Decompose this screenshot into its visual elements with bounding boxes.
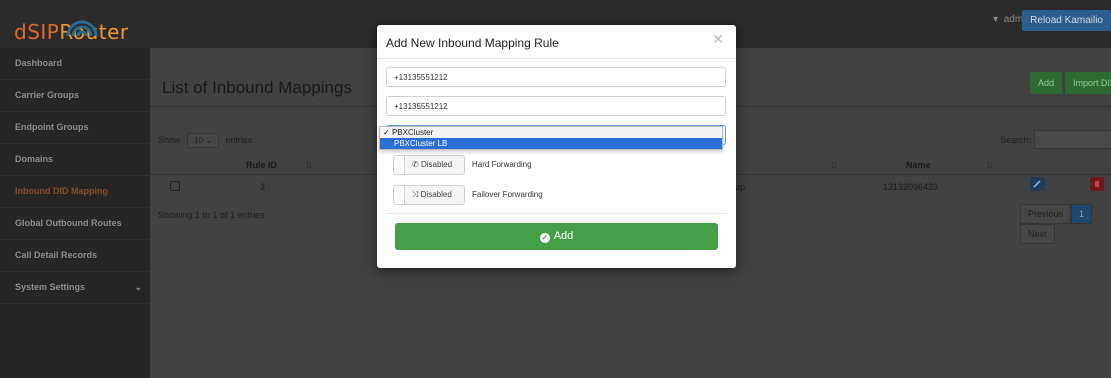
column-header-name[interactable]: Name	[906, 160, 931, 170]
add-inbound-mapping-modal: Add New Inbound Mapping Rule ✕ +13135551…	[377, 25, 736, 268]
toggle-knob	[394, 156, 405, 174]
logo-signal-icon	[66, 20, 98, 37]
trash-icon	[1095, 181, 1099, 187]
pencil-icon	[1033, 180, 1041, 188]
did-field-secondary[interactable]: +13135551212	[386, 96, 726, 116]
toggle-knob	[394, 186, 405, 204]
entries-length-control: Show 10 ⌄ entries	[158, 133, 252, 148]
phone-icon: ✆	[412, 160, 419, 169]
chevron-down-icon: ⌄	[134, 282, 142, 292]
checkmark-icon: ✓	[383, 128, 392, 137]
shuffle-icon: ⤨	[412, 190, 419, 199]
column-header-rule-id[interactable]: Rule ID	[246, 160, 277, 170]
dropdown-option[interactable]: ✓ PBXCluster	[380, 127, 722, 138]
add-mapping-button[interactable]: Add	[1030, 72, 1063, 94]
pagination-next[interactable]: Next	[1020, 224, 1055, 244]
did-field[interactable]: +13135551212	[386, 67, 726, 87]
search-label: Search:	[1000, 135, 1032, 145]
search-input[interactable]	[1034, 130, 1111, 149]
dropdown-option-highlighted[interactable]: PBXCluster LB	[380, 138, 722, 149]
row-checkbox[interactable]	[170, 181, 180, 191]
sort-icon[interactable]: ⇅	[986, 160, 994, 171]
sidebar-item-dashboard[interactable]: Dashboard	[0, 48, 150, 80]
sidebar-item-domains[interactable]: Domains	[0, 144, 150, 176]
failover-forwarding-toggle[interactable]: ⤨ Disabled	[393, 185, 465, 205]
sort-icon[interactable]: ⇅	[305, 160, 313, 171]
page-title: List of Inbound Mappings	[162, 78, 352, 97]
reload-kamailio-button[interactable]: Reload Kamailio	[1022, 10, 1111, 31]
table-cell-name: 13132096433	[883, 182, 939, 192]
sidebar: Dashboard Carrier Groups Endpoint Groups…	[0, 48, 150, 378]
pagination-previous[interactable]: Previous	[1020, 204, 1072, 224]
modal-title: Add New Inbound Mapping Rule	[386, 36, 559, 50]
pagination-page-1[interactable]: 1	[1071, 204, 1093, 224]
sidebar-item-global-outbound-routes[interactable]: Global Outbound Routes	[0, 208, 150, 240]
sidebar-item-system-settings[interactable]: System Settings ⌄	[0, 272, 150, 304]
check-circle-icon: ✓	[539, 233, 550, 243]
entries-select[interactable]: 10 ⌄	[187, 133, 219, 148]
sort-icon[interactable]: ⇅	[830, 160, 838, 171]
table-info: Showing 1 to 1 of 1 entries	[158, 210, 265, 220]
add-rule-button[interactable]: ✓ Add	[395, 223, 718, 250]
close-icon[interactable]: ✕	[712, 31, 724, 48]
endpoint-group-dropdown: ✓ PBXCluster PBXCluster LB	[379, 126, 723, 150]
edit-button[interactable]	[1030, 177, 1045, 191]
failover-forwarding-label: Failover Forwarding	[472, 190, 543, 199]
sidebar-item-endpoint-groups[interactable]: Endpoint Groups	[0, 112, 150, 144]
sidebar-item-carrier-groups[interactable]: Carrier Groups	[0, 80, 150, 112]
table-cell-rule-id: 3	[260, 182, 266, 192]
hard-forwarding-toggle[interactable]: ✆ Disabled	[393, 155, 465, 175]
divider	[377, 58, 736, 59]
sidebar-item-call-detail-records[interactable]: Call Detail Records	[0, 240, 150, 272]
divider	[386, 213, 727, 214]
hard-forwarding-label: Hard Forwarding	[472, 160, 532, 169]
delete-button[interactable]	[1090, 177, 1104, 191]
import-did-button[interactable]: Import DID	[1065, 72, 1111, 94]
pagination: Previous 1 Next	[1020, 204, 1111, 244]
sidebar-item-inbound-did-mapping[interactable]: Inbound DID Mapping	[0, 176, 150, 208]
